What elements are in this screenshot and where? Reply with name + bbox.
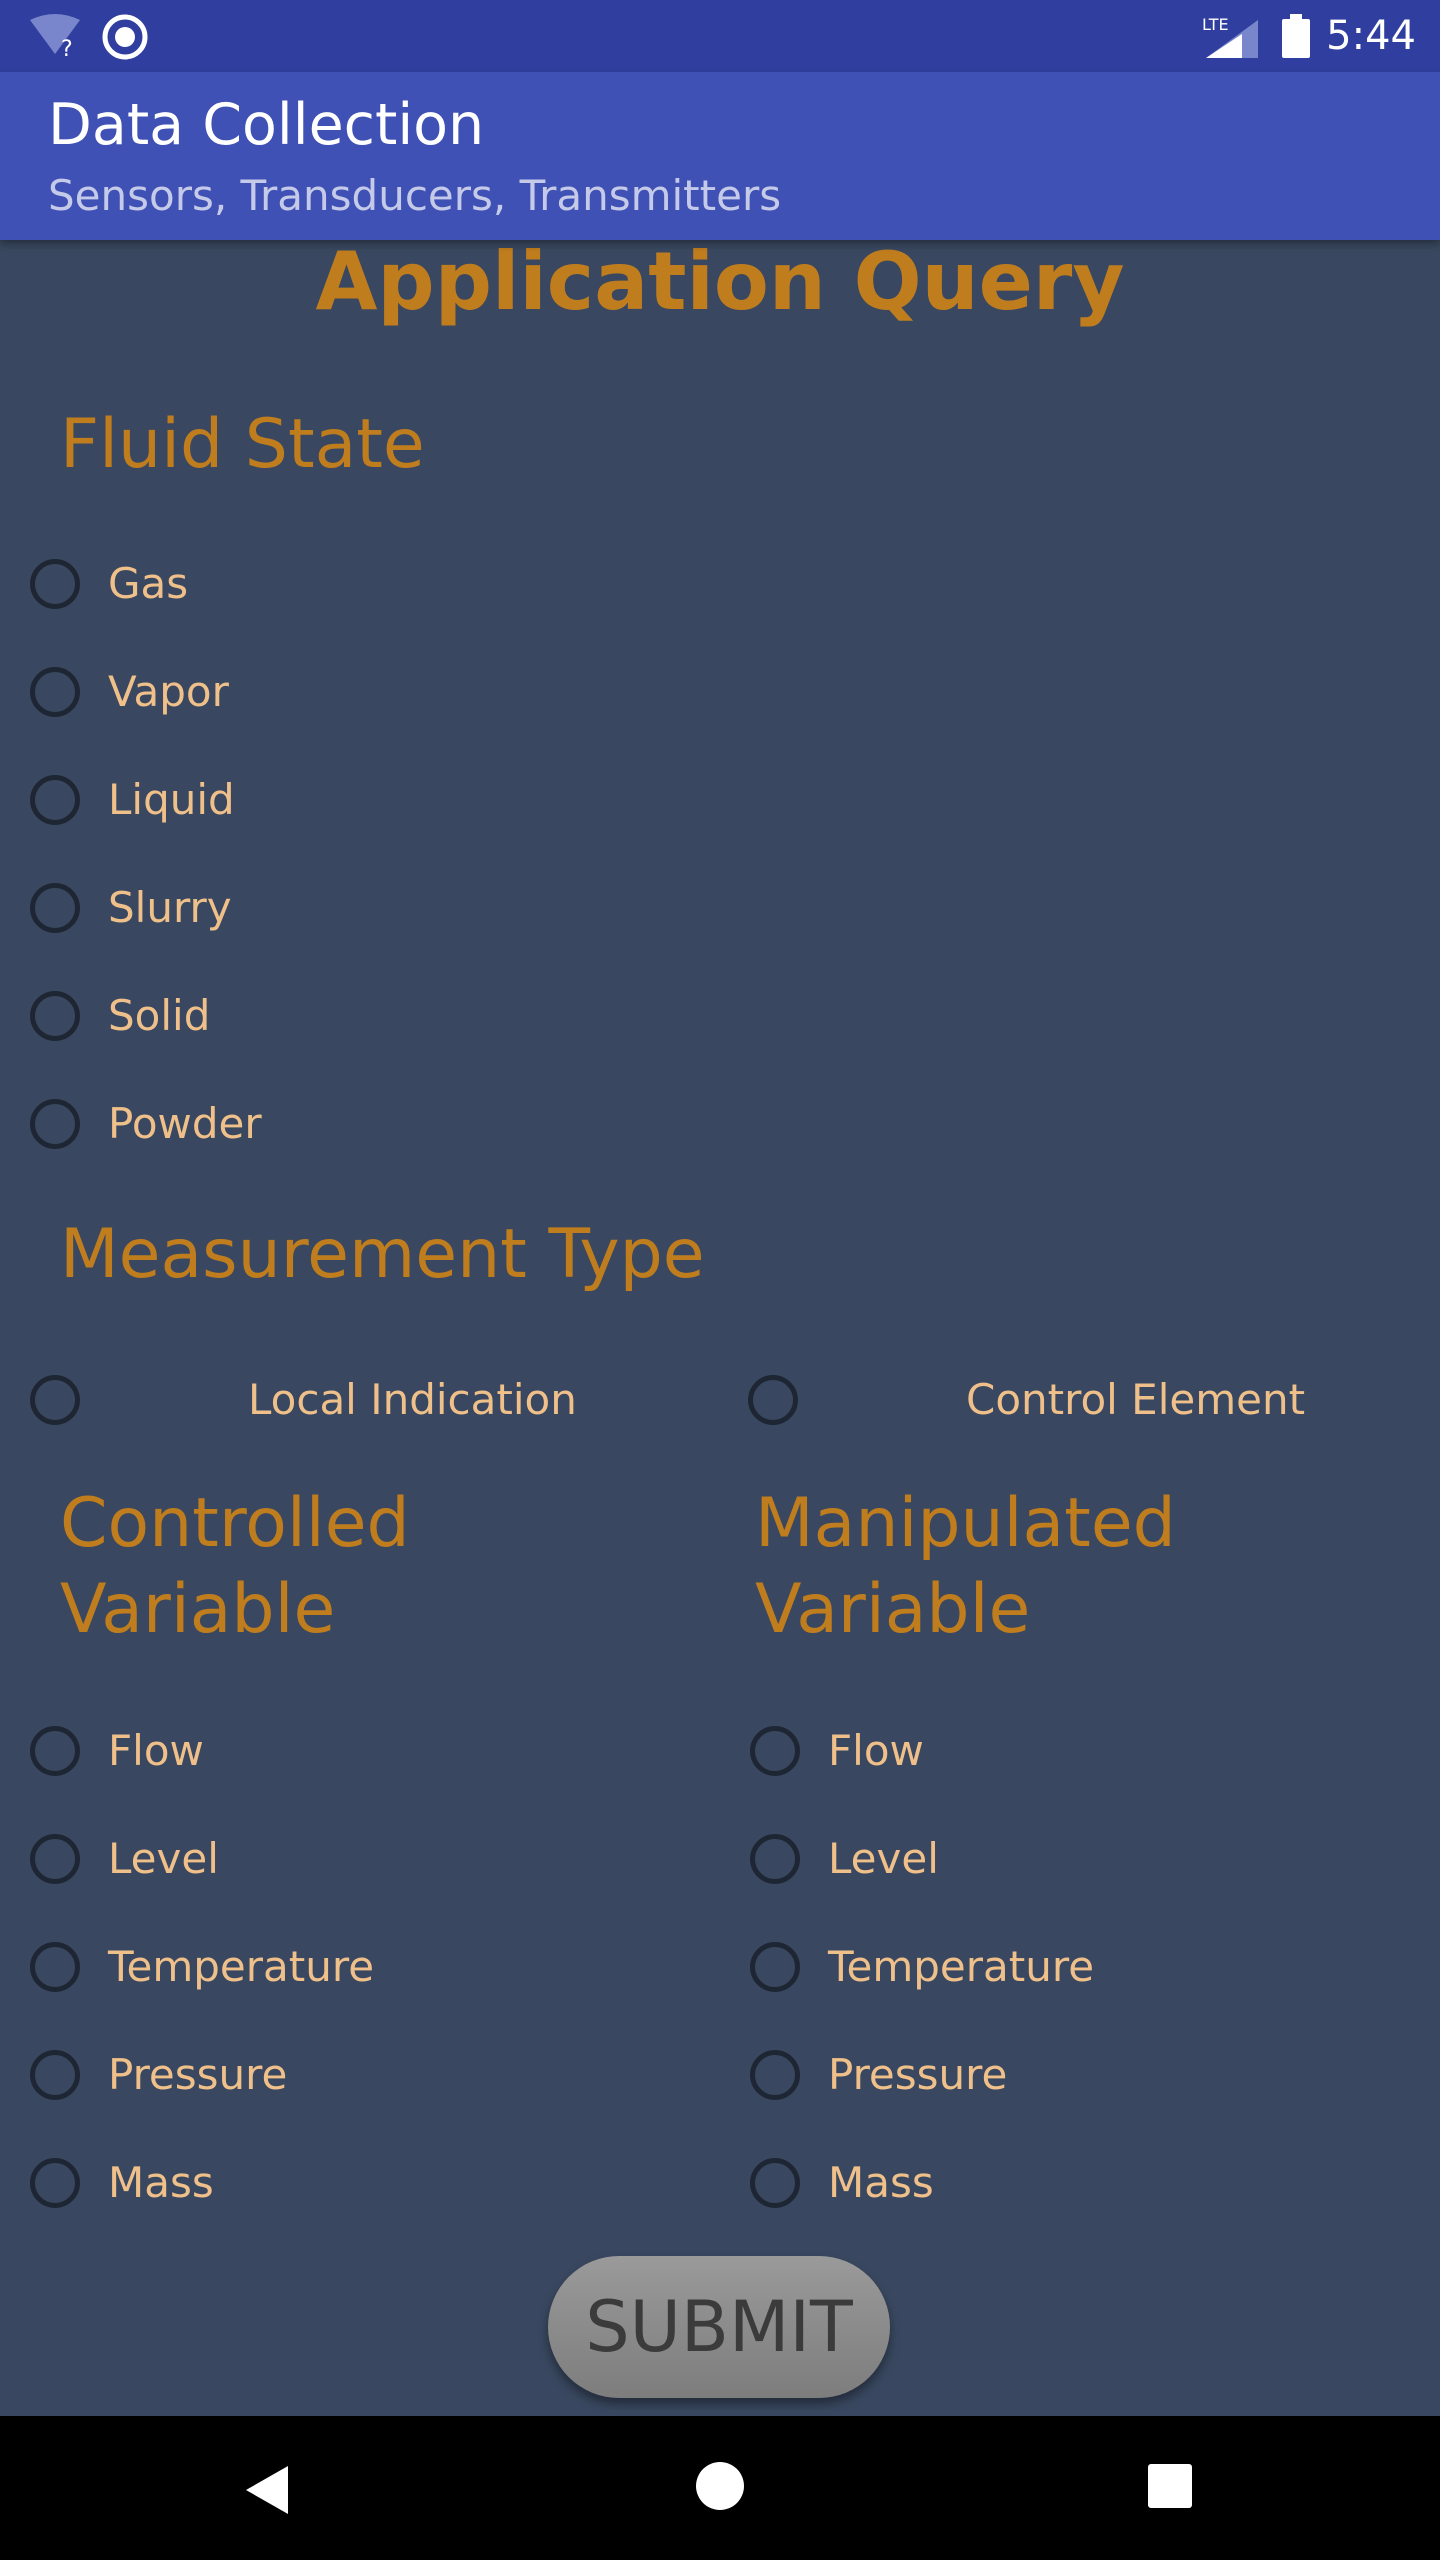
radio-fluid-vapor[interactable]: Vapor [30, 661, 430, 733]
svg-text:LTE: LTE [1202, 15, 1229, 34]
radio-fluid-liquid[interactable]: Liquid [30, 769, 430, 841]
radio-manipulated-temperature[interactable]: Temperature [750, 1936, 1350, 2008]
radio-button-circle[interactable] [30, 883, 80, 933]
radio-label: Flow [108, 1726, 204, 1775]
radio-measurement-control-element[interactable]: Control Element [748, 1369, 1428, 1441]
radio-button-circle[interactable] [750, 2158, 800, 2208]
fluid-state-heading: Fluid State [60, 405, 425, 484]
radio-manipulated-pressure[interactable]: Pressure [750, 2044, 1350, 2116]
radio-button-circle[interactable] [30, 667, 80, 717]
radio-controlled-mass[interactable]: Mass [30, 2152, 630, 2224]
app-subtitle: Sensors, Transducers, Transmitters [48, 171, 782, 220]
radio-button-circle[interactable] [30, 1834, 80, 1884]
status-time: 5:44 [1326, 13, 1416, 59]
radio-controlled-level[interactable]: Level [30, 1828, 630, 1900]
svg-text:?: ? [61, 37, 73, 58]
back-icon[interactable] [238, 2460, 298, 2520]
measurement-type-heading: Measurement Type [60, 1215, 705, 1294]
heading-line: Manipulated [755, 1484, 1176, 1563]
app-title: Data Collection [48, 92, 485, 158]
lte-signal-icon: LTE [1202, 15, 1258, 58]
radio-label: Solid [108, 991, 211, 1040]
status-bar: ? LTE 5:44 [0, 0, 1440, 72]
submit-button[interactable]: SUBMIT [548, 2256, 890, 2398]
radio-label: Pressure [108, 2050, 288, 2099]
radio-label: Level [108, 1834, 219, 1883]
radio-controlled-temperature[interactable]: Temperature [30, 1936, 630, 2008]
radio-controlled-flow[interactable]: Flow [30, 1720, 630, 1792]
radio-label: Mass [108, 2158, 214, 2207]
radio-button-circle[interactable] [750, 2050, 800, 2100]
radio-controlled-pressure[interactable]: Pressure [30, 2044, 630, 2116]
wifi-unknown-icon: ? [30, 14, 80, 58]
radio-fluid-solid[interactable]: Solid [30, 985, 430, 1057]
recents-icon[interactable] [1146, 2462, 1194, 2510]
radio-label: Mass [828, 2158, 934, 2207]
radio-button-circle[interactable] [30, 991, 80, 1041]
radio-button-circle[interactable] [750, 1834, 800, 1884]
radio-label: Liquid [108, 775, 235, 824]
radio-label: Local Indication [248, 1375, 577, 1424]
radio-label: Pressure [828, 2050, 1008, 2099]
radio-button-circle[interactable] [748, 1375, 798, 1425]
radio-fluid-powder[interactable]: Powder [30, 1093, 430, 1165]
manipulated-variable-heading: Manipulated Variable [755, 1481, 1176, 1653]
radio-fluid-gas[interactable]: Gas [30, 553, 430, 625]
heading-line: Controlled [60, 1484, 410, 1563]
heading-line: Variable [60, 1570, 336, 1649]
radio-label: Vapor [108, 667, 229, 716]
radio-label: Temperature [108, 1942, 375, 1991]
controlled-variable-heading: Controlled Variable [60, 1481, 410, 1653]
radio-label: Powder [108, 1099, 262, 1148]
radio-measurement-local-indication[interactable]: Local Indication [30, 1369, 710, 1441]
radio-label: Flow [828, 1726, 924, 1775]
page-title: Application Query [315, 235, 1125, 328]
navigation-bar [0, 2416, 1440, 2560]
radio-button-circle[interactable] [30, 559, 80, 609]
radio-label: Slurry [108, 883, 232, 932]
radio-button-circle[interactable] [30, 1375, 80, 1425]
radio-button-circle[interactable] [30, 775, 80, 825]
radio-button-circle[interactable] [750, 1726, 800, 1776]
radio-manipulated-mass[interactable]: Mass [750, 2152, 1350, 2224]
record-icon [102, 14, 148, 60]
radio-button-circle[interactable] [30, 2158, 80, 2208]
radio-label: Temperature [828, 1942, 1095, 1991]
heading-line: Variable [755, 1570, 1031, 1649]
radio-label: Gas [108, 559, 189, 608]
battery-icon [1282, 14, 1310, 58]
radio-fluid-slurry[interactable]: Slurry [30, 877, 430, 949]
radio-button-circle[interactable] [30, 2050, 80, 2100]
radio-label: Control Element [966, 1375, 1306, 1424]
radio-label: Level [828, 1834, 939, 1883]
home-icon[interactable] [694, 2460, 746, 2512]
radio-button-circle[interactable] [30, 1099, 80, 1149]
radio-manipulated-flow[interactable]: Flow [750, 1720, 1350, 1792]
radio-button-circle[interactable] [30, 1942, 80, 1992]
app-bar: Data Collection Sensors, Transducers, Tr… [0, 72, 1440, 240]
radio-manipulated-level[interactable]: Level [750, 1828, 1350, 1900]
radio-button-circle[interactable] [30, 1726, 80, 1776]
radio-button-circle[interactable] [750, 1942, 800, 1992]
